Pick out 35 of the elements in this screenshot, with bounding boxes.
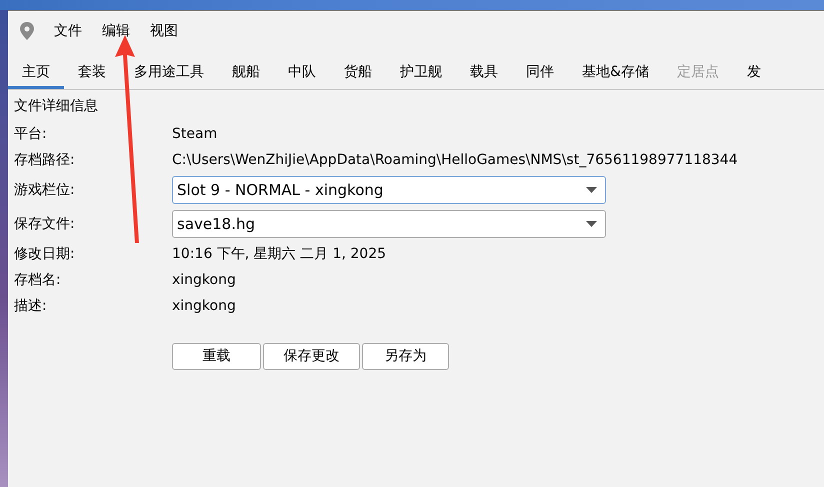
action-button[interactable]: 另存为	[362, 343, 449, 370]
field-label: 游戏栏位:	[14, 180, 76, 200]
tab[interactable]: 套装	[64, 57, 120, 89]
tab[interactable]: 同伴	[512, 57, 568, 89]
caret-icon	[586, 221, 597, 227]
field-value: Steam	[172, 124, 218, 144]
menu-item[interactable]: 视图	[140, 20, 188, 42]
tab[interactable]: 舰船	[218, 57, 274, 89]
dropdown[interactable]: save18.hg	[172, 210, 606, 238]
field-value: C:\Users\WenZhiJie\AppData\Roaming\HelloGames\NMS\st_76561198977118344	[172, 150, 738, 170]
field-value: xingkong	[172, 270, 236, 290]
field-label: 描述:	[14, 296, 48, 316]
tab[interactable]: 基地&存储	[568, 57, 663, 89]
dropdown[interactable]: Slot 9 - NORMAL - xingkong	[172, 176, 606, 204]
menu-item[interactable]: 编辑	[92, 20, 140, 42]
field-value: 10:16 下午, 星期六 二月 1, 2025	[172, 244, 386, 264]
action-button[interactable]: 保存更改	[263, 343, 360, 370]
field-value: xingkong	[172, 296, 236, 316]
section-title: 文件详细信息	[14, 97, 98, 116]
action-button[interactable]: 重载	[172, 343, 261, 370]
tab[interactable]: 主页	[8, 57, 64, 89]
caret-icon	[586, 187, 597, 193]
field-label: 存档名:	[14, 270, 62, 290]
field-label: 修改日期:	[14, 244, 76, 264]
menu-item[interactable]: 文件	[44, 20, 92, 42]
tab[interactable]: 载具	[456, 57, 512, 89]
tab[interactable]: 货船	[330, 57, 386, 89]
tab[interactable]: 发	[732, 57, 775, 89]
tab[interactable]: 中队	[274, 57, 330, 89]
tab[interactable]: 护卫舰	[386, 57, 456, 89]
field-label: 平台:	[14, 124, 48, 144]
tab[interactable]: 多用途工具	[120, 57, 218, 89]
field-label: 存档路径:	[14, 150, 76, 170]
location-pin-icon	[18, 21, 36, 41]
field-label: 保存文件:	[14, 214, 76, 234]
